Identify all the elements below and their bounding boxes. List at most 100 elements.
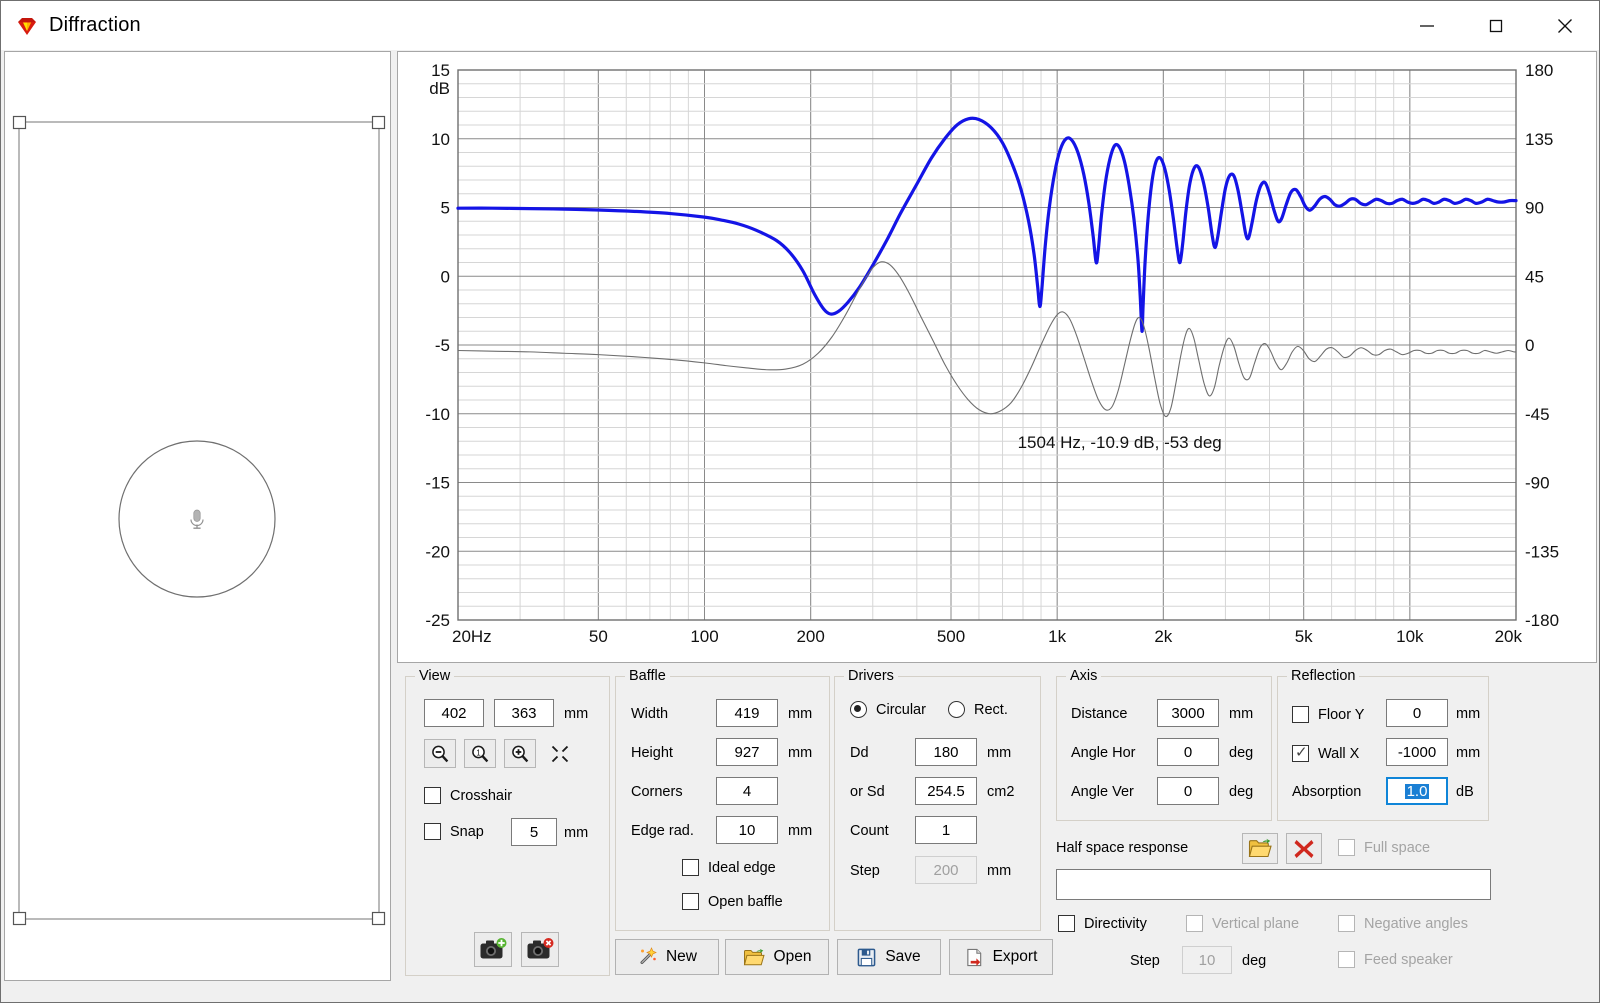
new-button[interactable]: New [615, 939, 719, 975]
open-baffle-checkbox-box[interactable] [682, 893, 699, 910]
snap-label: Snap [450, 823, 484, 840]
directivity-row: Directivity Vertical plane Negative angl… [1056, 909, 1496, 989]
open-baffle-checkbox[interactable]: Open baffle [682, 893, 783, 910]
baffle-group-title: Baffle [625, 668, 670, 684]
ideal-edge-checkbox[interactable]: Ideal edge [682, 859, 776, 876]
camera-delete-icon[interactable] [521, 932, 559, 967]
minimize-button[interactable] [1392, 1, 1461, 50]
floor-y-checkbox-box[interactable] [1292, 706, 1309, 723]
close-button[interactable] [1530, 1, 1599, 50]
baffle-width-label: Width [631, 706, 669, 722]
magic-wand-icon [637, 947, 657, 967]
dd-unit: mm [987, 745, 1012, 761]
snap-value-input[interactable]: 5 [511, 818, 557, 846]
export-button-label: Export [992, 948, 1038, 965]
absorption-input[interactable]: 1.0 [1386, 777, 1448, 805]
wall-x-input[interactable]: -1000 [1386, 738, 1448, 766]
rect-label: Rect. [974, 701, 1008, 718]
folder-open-icon[interactable] [1242, 833, 1278, 864]
directivity-step-unit: deg [1242, 953, 1267, 969]
folder-open-icon [743, 948, 765, 967]
baffle-drawing[interactable] [5, 52, 390, 980]
window-controls [1392, 1, 1599, 50]
y2-tick-label: 90 [1525, 199, 1544, 218]
view-height-input[interactable]: 363 [494, 699, 554, 727]
ideal-edge-checkbox-box[interactable] [682, 859, 699, 876]
axis-distance-input[interactable]: 3000 [1157, 699, 1219, 727]
red-x-icon[interactable] [1286, 833, 1322, 864]
y-tick-label: -25 [425, 611, 450, 630]
open-button[interactable]: Open [725, 939, 829, 975]
view-group-title: View [415, 668, 455, 684]
baffle-edge-rad-label: Edge rad. [631, 823, 694, 839]
floppy-disk-icon [857, 948, 876, 967]
x-tick-label: 50 [589, 627, 608, 646]
save-button-label: Save [885, 948, 921, 965]
circular-radio-dot[interactable] [850, 701, 867, 718]
x-tick-label: 10k [1396, 627, 1424, 646]
x-tick-label: 20k [1495, 627, 1523, 646]
dd-input[interactable]: 180 [915, 738, 977, 766]
driver-step-label: Step [850, 863, 880, 879]
snap-unit-label: mm [564, 825, 589, 841]
view-width-input[interactable]: 402 [424, 699, 484, 727]
axis-angle-hor-input[interactable]: 0 [1157, 738, 1219, 766]
driver-shape-rect-radio[interactable]: Rect. [948, 701, 1008, 718]
axis-angle-ver-input[interactable]: 0 [1157, 777, 1219, 805]
drivers-group-title: Drivers [844, 668, 898, 684]
right-pane: 15 10 5 0 -5 -10 -15 -20 -25 dB 180 135 90 45 0 -45 -90-… [397, 51, 1597, 981]
y2-tick-label: 0 [1525, 336, 1534, 355]
vertical-plane-checkbox: Vertical plane [1186, 915, 1299, 932]
crosshair-checkbox-box[interactable] [424, 787, 441, 804]
zoom-actual-size-icon[interactable]: 1 [464, 739, 496, 768]
baffle-edge-rad-input[interactable]: 10 [716, 816, 778, 844]
view-group: View 402 363 mm 1 Crosshair Snap 5 mm [405, 668, 610, 976]
baffle-corners-input[interactable]: 4 [716, 777, 778, 805]
absorption-unit: dB [1456, 784, 1474, 800]
half-space-path-input[interactable] [1056, 869, 1491, 900]
response-graph[interactable]: 15 10 5 0 -5 -10 -15 -20 -25 dB 180 135 90 45 0 -45 -90-… [397, 51, 1597, 663]
wall-x-checkbox[interactable]: ✓ Wall X [1292, 744, 1360, 762]
zoom-fit-icon[interactable] [544, 739, 576, 768]
feed-speaker-label: Feed speaker [1364, 951, 1453, 968]
rect-radio-dot[interactable] [948, 701, 965, 718]
baffle-preview-panel[interactable] [4, 51, 391, 981]
wall-x-label: Wall X [1318, 745, 1360, 762]
axis-angle-ver-unit: deg [1229, 784, 1254, 800]
baffle-width-input[interactable]: 419 [716, 699, 778, 727]
driver-shape-circular-radio[interactable]: Circular [850, 701, 926, 718]
new-button-label: New [665, 948, 697, 965]
y-axis-unit-label: dB [429, 79, 450, 98]
absorption-value: 1.0 [1404, 782, 1430, 800]
crosshair-checkbox[interactable]: Crosshair [424, 787, 512, 804]
directivity-checkbox[interactable]: Directivity [1058, 915, 1147, 932]
save-button[interactable]: Save [837, 939, 941, 975]
export-button[interactable]: Export [949, 939, 1053, 975]
floor-y-checkbox[interactable]: Floor Y [1292, 706, 1364, 723]
sd-input[interactable]: 254.5 [915, 777, 977, 805]
camera-add-icon[interactable] [474, 932, 512, 967]
baffle-height-unit: mm [788, 745, 813, 761]
floor-y-unit: mm [1456, 706, 1481, 722]
view-unit-label: mm [564, 706, 589, 722]
directivity-checkbox-box[interactable] [1058, 915, 1075, 932]
maximize-button[interactable] [1461, 1, 1530, 50]
count-input[interactable]: 1 [915, 816, 977, 844]
zoom-out-icon[interactable] [424, 739, 456, 768]
floor-y-label: Floor Y [1318, 706, 1365, 723]
title-bar: Diffraction [1, 1, 1599, 50]
snap-checkbox[interactable]: Snap [424, 823, 484, 840]
reflection-group: Reflection Floor Y 0 mm ✓ Wall X -1000 m… [1277, 668, 1489, 821]
wall-x-checkbox-box[interactable]: ✓ [1292, 744, 1309, 762]
y-tick-label: 5 [441, 199, 450, 218]
floor-y-input[interactable]: 0 [1386, 699, 1448, 727]
diffraction-window: Diffraction 15 10 5 0 -5 -10 -15 -20 -25… [0, 0, 1600, 1003]
zoom-in-icon[interactable] [504, 739, 536, 768]
y2-tick-label: -90 [1525, 474, 1550, 493]
baffle-height-input[interactable]: 927 [716, 738, 778, 766]
feed-speaker-checkbox-box [1338, 951, 1355, 968]
drivers-group: Drivers Circular Rect. Dd 180 mm or Sd 2… [834, 668, 1041, 931]
snap-checkbox-box[interactable] [424, 823, 441, 840]
y2-tick-label: -135 [1525, 542, 1559, 561]
open-baffle-label: Open baffle [708, 893, 783, 910]
